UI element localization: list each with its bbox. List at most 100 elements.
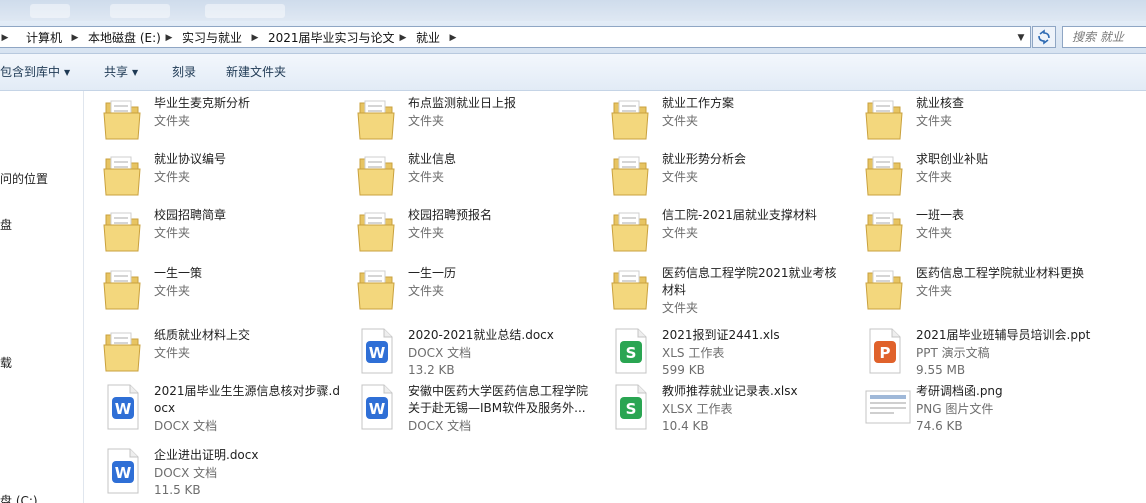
file-name: 就业工作方案 [662,96,735,110]
file-item[interactable]: S 2021报到证2441.xls XLS 工作表 599 KB [592,325,832,379]
file-name: 一生一历 [408,266,457,280]
file-list: 毕业生麦克斯分析 文件夹 布点监测就业日上报 文件夹 就业工作方案 文件夹 就业核查 文件夹就… [84,91,1146,503]
chevron-down-icon[interactable]: ▼ [1014,30,1028,46]
file-size: 13.2 KB [408,363,455,377]
folder-icon [102,265,142,313]
file-size: 9.55 MB [916,363,966,377]
new-folder-button[interactable]: 新建文件夹 [226,63,286,81]
folder-icon [864,95,904,143]
file-item[interactable]: W 安徽中医药大学医药信息工程学院关于赴无锡—IBM软件及服务外... DOCX 文… [338,381,588,435]
file-item[interactable]: W 企业进出证明.docx DOCX 文档 11.5 KB [84,445,324,499]
folder-item[interactable]: 纸质就业材料上交 文件夹 [84,325,324,379]
folder-item[interactable]: 一班一表 文件夹 [846,205,1086,259]
file-size: 74.6 KB [916,419,963,433]
chevron-right-icon[interactable]: ▶ [70,30,80,46]
file-item[interactable]: 考研调档函.png PNG 图片文件 74.6 KB [846,381,1086,435]
folder-item[interactable]: 一生一策 文件夹 [84,263,324,317]
file-name: 2021届毕业生生源信息核对步骤.docx [154,384,340,415]
file-type: 文件夹 [154,346,191,360]
file-type: DOCX 文档 [154,419,218,433]
folder-item[interactable]: 医药信息工程学院2021就业考核材料文件夹 [592,263,837,317]
folder-item[interactable]: 就业核查 文件夹 [846,93,1086,147]
folder-item[interactable]: 求职创业补贴 文件夹 [846,149,1086,203]
nav-item-downloads[interactable]: 载 [0,355,12,371]
folder-icon [102,327,142,375]
folder-icon [864,207,904,255]
folder-icon [102,95,142,143]
chevron-right-icon[interactable]: ▶ [398,30,408,46]
file-name: 医药信息工程学院就业材料更换 [916,266,1085,280]
burn-button[interactable]: 刻录 [172,63,196,81]
folder-item[interactable]: 就业协议编号 文件夹 [84,149,324,203]
folder-item[interactable]: 毕业生麦克斯分析 文件夹 [84,93,324,147]
folder-item[interactable]: 信工院-2021届就业支撑材料 文件夹 [592,205,832,259]
file-name: 布点监测就业日上报 [408,96,517,110]
file-item[interactable]: S 教师推荐就业记录表.xlsx XLSX 工作表 10.4 KB [592,381,832,435]
file-name: 纸质就业材料上交 [154,328,251,342]
chevron-right-icon[interactable]: ▶ [448,30,458,46]
nav-item-disk[interactable]: 盘 [0,217,12,233]
breadcrumb-employment[interactable]: 就业 [416,30,440,46]
file-type: 文件夹 [408,170,445,184]
nav-item-drive-c[interactable]: 盘 (C:) [0,493,38,503]
file-type: 文件夹 [916,284,953,298]
file-name: 教师推荐就业记录表.xlsx [662,384,798,398]
file-type: XLSX 工作表 [662,402,733,416]
file-type: 文件夹 [662,301,699,315]
folder-item[interactable]: 一生一历 文件夹 [338,263,578,317]
search-input[interactable]: 搜索 就业 [1062,26,1146,48]
nav-item-recent-places[interactable]: 问的位置 [0,171,48,187]
chevron-right-icon[interactable]: ▶ [250,30,260,46]
file-type: PNG 图片文件 [916,402,994,416]
file-size: 10.4 KB [662,419,709,433]
folder-item[interactable]: 就业形势分析会 文件夹 [592,149,832,203]
folder-item[interactable]: 布点监测就业日上报 文件夹 [338,93,578,147]
file-type: 文件夹 [408,226,445,240]
word-doc-icon: W [102,383,142,431]
folder-item[interactable]: 医药信息工程学院就业材料更换 文件夹 [846,263,1086,317]
file-name: 就业核查 [916,96,965,110]
file-name: 考研调档函.png [916,384,1003,398]
svg-text:W: W [369,400,386,418]
folder-icon [610,265,650,313]
breadcrumb-computer[interactable]: 计算机 [26,30,62,46]
address-bar[interactable]: ▶ 计算机 ▶ 本地磁盘 (E:) ▶ 实习与就业 ▶ 2021届毕业实习与论文… [0,26,1031,48]
file-size: 11.5 KB [154,483,201,497]
include-in-library-button[interactable]: 包含到库中 ▼ [0,63,70,81]
navigation-pane: 问的位置 盘 载 盘 (C:) [0,91,84,503]
folder-icon [610,151,650,199]
file-item[interactable]: W 2020-2021就业总结.docx DOCX 文档 13.2 KB [338,325,578,379]
share-label: 共享 [104,65,129,79]
chevron-right-icon[interactable]: ▶ [164,30,174,46]
svg-text:W: W [115,400,132,418]
share-button[interactable]: 共享 ▼ [104,63,138,81]
file-item[interactable]: P 2021届毕业班辅导员培训会.ppt PPT 演示文稿 9.55 MB [846,325,1090,379]
svg-text:W: W [369,344,386,362]
folder-item[interactable]: 校园招聘预报名 文件夹 [338,205,578,259]
file-type: DOCX 文档 [408,346,472,360]
file-name: 安徽中医药大学医药信息工程学院关于赴无锡—IBM软件及服务外... [408,384,589,415]
breadcrumb-drive-e[interactable]: 本地磁盘 (E:) [88,30,161,46]
breadcrumb-graduation[interactable]: 2021届毕业实习与论文 [268,30,395,46]
folder-item[interactable]: 就业工作方案 文件夹 [592,93,832,147]
refresh-icon [1038,29,1050,45]
file-type: PPT 演示文稿 [916,346,990,360]
folder-icon [356,265,396,313]
chevron-right-icon[interactable]: ▶ [0,30,10,46]
file-type: XLS 工作表 [662,346,725,360]
file-type: 文件夹 [408,284,445,298]
file-name: 一班一表 [916,208,965,222]
refresh-button[interactable] [1032,26,1056,48]
folder-item[interactable]: 校园招聘简章 文件夹 [84,205,324,259]
presentation-icon: P [864,327,904,375]
word-doc-icon: W [356,383,396,431]
file-name: 医药信息工程学院2021就业考核材料 [662,266,837,297]
breadcrumb-internship[interactable]: 实习与就业 [182,30,242,46]
folder-item[interactable]: 就业信息 文件夹 [338,149,578,203]
file-item[interactable]: W 2021届毕业生生源信息核对步骤.docx DOCX 文档 [84,381,340,435]
file-name: 就业协议编号 [154,152,227,166]
file-name: 企业进出证明.docx [154,448,259,462]
spreadsheet-icon: S [610,327,650,375]
folder-icon [102,151,142,199]
svg-text:S: S [626,400,637,418]
